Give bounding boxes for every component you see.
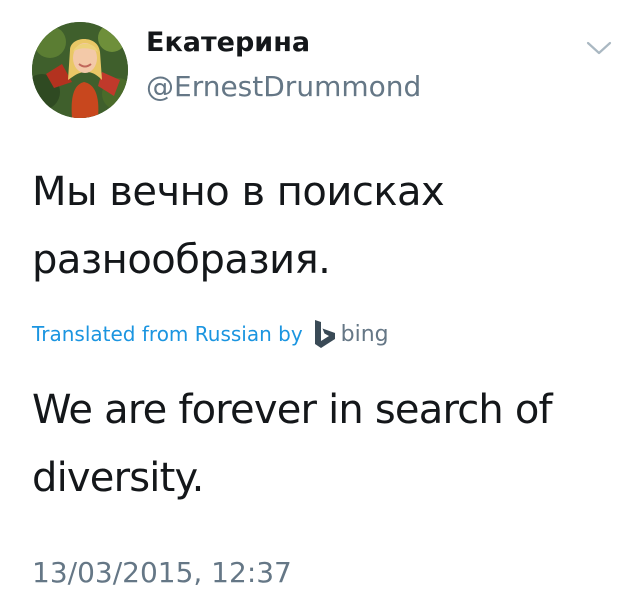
bing-logo-icon <box>314 320 335 348</box>
tweet-timestamp[interactable]: 13/03/2015, 12:37 <box>32 556 292 589</box>
translated-from-link[interactable]: Translated from Russian by <box>32 322 303 346</box>
bing-logo: bing <box>313 319 389 349</box>
avatar-photo <box>32 22 128 118</box>
display-name[interactable]: Екатерина <box>146 27 310 58</box>
tweet-card: Екатерина @ErnestDrummond Мы вечно в пои… <box>0 0 640 603</box>
user-handle[interactable]: @ErnestDrummond <box>146 70 421 103</box>
translation-provider: bing <box>340 321 389 347</box>
translated-text: We are forever in search of diversity. <box>32 387 553 501</box>
avatar[interactable] <box>32 22 128 118</box>
chevron-down-icon[interactable] <box>584 36 614 60</box>
tweet-text: Мы вечно в поисках разнообразия. <box>32 169 445 283</box>
translation-attribution: Translated from Russian by bing <box>32 317 389 351</box>
